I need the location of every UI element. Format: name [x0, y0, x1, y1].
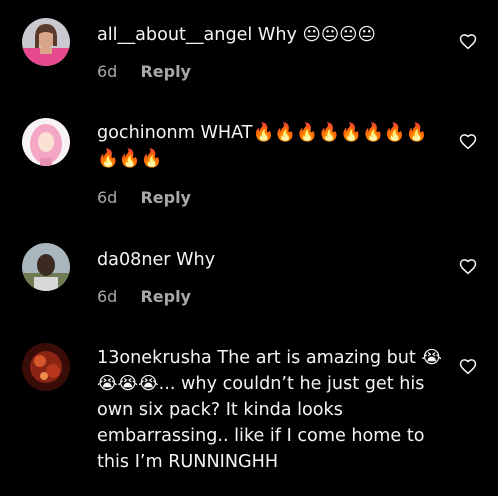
- comment-meta: 6d Reply: [97, 188, 191, 207]
- avatar[interactable]: [22, 243, 70, 291]
- reply-button[interactable]: Reply: [140, 188, 191, 207]
- reply-button[interactable]: Reply: [140, 287, 191, 306]
- comment-text: all__about__angel Why 😐😐😐😐: [97, 22, 442, 48]
- comment-text: da08ner Why: [97, 247, 442, 273]
- comment-username[interactable]: da08ner: [97, 250, 171, 270]
- comment-time: 6d: [97, 287, 118, 306]
- comment-item: all__about__angel Why 😐😐😐😐 6d Reply: [0, 0, 498, 100]
- comment-body: Why: [176, 250, 216, 270]
- comment-time: 6d: [97, 62, 118, 81]
- comment-body: Why 😐😐😐😐: [257, 25, 376, 45]
- comment-username[interactable]: all__about__angel: [97, 25, 252, 45]
- comment-username[interactable]: gochinonm: [97, 123, 195, 143]
- avatar-pink-hair-icon: [22, 118, 70, 166]
- avatar[interactable]: [22, 118, 70, 166]
- comment-text: gochinonm WHAT🔥🔥🔥🔥🔥🔥🔥🔥🔥🔥🔥: [97, 120, 442, 172]
- avatar-woman-pink-icon: [22, 18, 70, 66]
- comment-item: 13onekrusha The art is amazing but 😭😭😭😭.…: [0, 325, 498, 496]
- comment-time: 6d: [97, 188, 118, 207]
- heart-outline-icon[interactable]: [459, 358, 477, 376]
- heart-outline-icon[interactable]: [459, 133, 477, 151]
- comment-text: 13onekrusha The art is amazing but 😭😭😭😭.…: [97, 345, 442, 475]
- avatar[interactable]: [22, 343, 70, 391]
- comment-meta: 6d Reply: [97, 62, 191, 81]
- avatar-man-outdoor-icon: [22, 243, 70, 291]
- comment-item: gochinonm WHAT🔥🔥🔥🔥🔥🔥🔥🔥🔥🔥🔥 6d Reply: [0, 100, 498, 225]
- comment-meta: 6d Reply: [97, 287, 191, 306]
- heart-outline-icon[interactable]: [459, 258, 477, 276]
- heart-outline-icon[interactable]: [459, 33, 477, 51]
- comment-item: da08ner Why 6d Reply: [0, 225, 498, 325]
- avatar[interactable]: [22, 18, 70, 66]
- comment-username[interactable]: 13onekrusha: [97, 348, 212, 368]
- avatar-red-fractal-icon: [22, 343, 70, 391]
- reply-button[interactable]: Reply: [140, 62, 191, 81]
